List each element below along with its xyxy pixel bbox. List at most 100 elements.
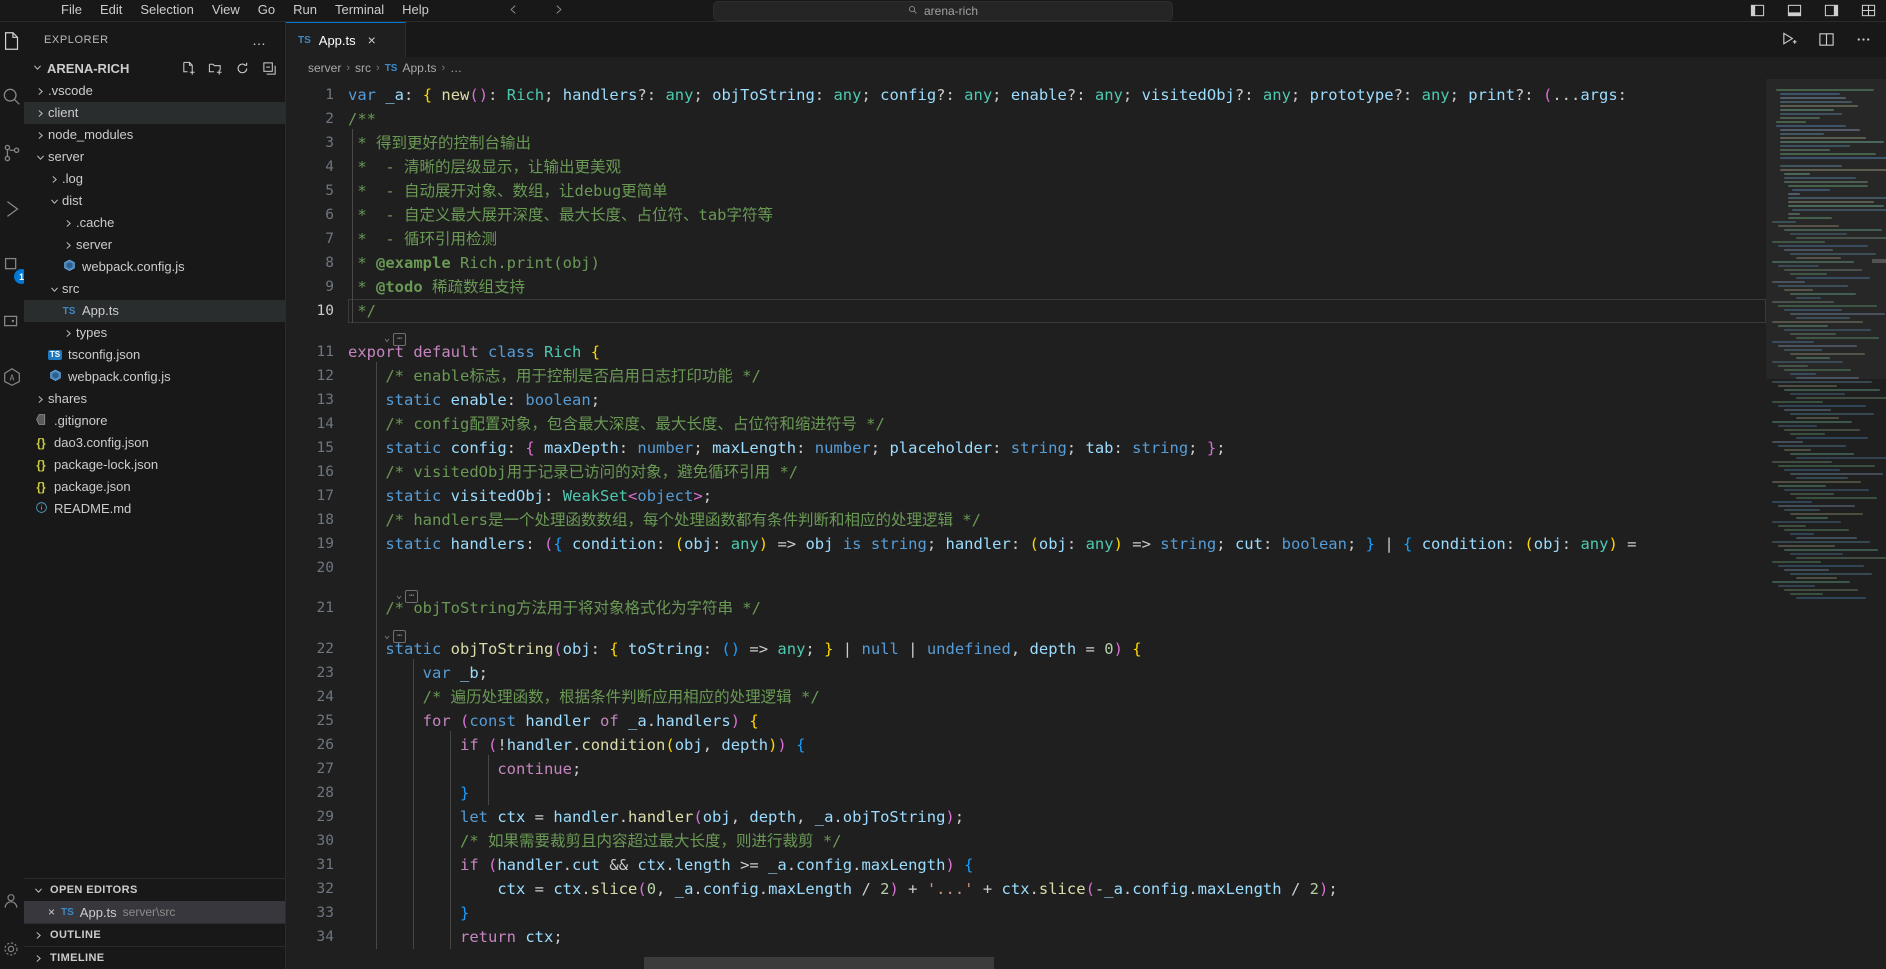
horizontal-scrollbar[interactable] xyxy=(286,957,1886,969)
code-line[interactable]: * - 自动展开对象、数组，让debug更简单 xyxy=(348,179,667,203)
run-code-icon[interactable] xyxy=(1781,31,1798,48)
command-center-search[interactable]: arena-rich xyxy=(713,1,1173,21)
new-folder-icon[interactable] xyxy=(208,61,223,76)
customize-layout-icon[interactable] xyxy=(1861,3,1876,18)
tree-item--vscode[interactable]: .vscode xyxy=(24,80,285,102)
tree-item-shares[interactable]: shares xyxy=(24,388,285,410)
split-editor-icon[interactable] xyxy=(1818,31,1835,48)
testing-icon[interactable]: A xyxy=(1,366,23,388)
new-file-icon[interactable] xyxy=(181,61,196,76)
tree-item-package-lock-json[interactable]: {} package-lock.json xyxy=(24,454,285,476)
tree-item--log[interactable]: .log xyxy=(24,168,285,190)
code-line[interactable]: export default class Rich { xyxy=(348,340,600,364)
tree-item-node-modules[interactable]: node_modules xyxy=(24,124,285,146)
tree-item-package-json[interactable]: {} package.json xyxy=(24,476,285,498)
source-control-icon[interactable] xyxy=(1,142,23,164)
breadcrumb-server[interactable]: server xyxy=(308,61,341,75)
open-editor-item[interactable]: × TS App.ts server\src xyxy=(24,901,285,923)
tree-item-types[interactable]: types xyxy=(24,322,285,344)
remote-explorer-icon[interactable] xyxy=(1,310,23,332)
breadcrumb-src[interactable]: src xyxy=(355,61,371,75)
tree-item-dist[interactable]: dist xyxy=(24,190,285,212)
file-tree[interactable]: .vscode client node_modules server .log dist.… xyxy=(24,79,285,878)
tree-item-dao3-config-json[interactable]: {} dao3.config.json xyxy=(24,432,285,454)
code-line[interactable]: static config: { maxDepth: number; maxLe… xyxy=(348,436,1225,460)
toggle-panel-icon[interactable] xyxy=(1787,3,1802,18)
tree-item-src[interactable]: src xyxy=(24,278,285,300)
panel-outline[interactable]: OUTLINE xyxy=(24,923,285,946)
code-line[interactable]: /* enable标志，用于控制是否启用日志打印功能 */ xyxy=(348,364,760,388)
code-line[interactable]: * - 清晰的层级显示，让输出更美观 xyxy=(348,155,621,179)
code-line[interactable]: * @example Rich.print(obj) xyxy=(348,251,600,275)
code-line[interactable]: static visitedObj: WeakSet<object>; xyxy=(348,484,712,508)
search-icon[interactable] xyxy=(1,86,23,108)
code-line[interactable]: } xyxy=(348,901,469,925)
tab-app-ts[interactable]: TS App.ts × xyxy=(286,22,406,57)
overview-ruler[interactable] xyxy=(1872,79,1886,969)
code-line[interactable]: var _a: { new(): Rich; handlers?: any; o… xyxy=(348,83,1627,107)
tree-item-readme-md[interactable]: README.md xyxy=(24,498,285,520)
code-line[interactable]: /** xyxy=(348,107,376,131)
collapse-folders-icon[interactable] xyxy=(262,61,277,76)
code-line[interactable]: static enable: boolean; xyxy=(348,388,600,412)
explorer-root-folder[interactable]: ARENA-RICH xyxy=(24,57,285,79)
scrollbar-thumb[interactable] xyxy=(644,957,994,969)
code-line[interactable]: if (!handler.condition(obj, depth)) { xyxy=(348,733,805,757)
more-actions-icon[interactable] xyxy=(1855,31,1872,48)
code-line[interactable]: /* handlers是一个处理函数数组，每个处理函数都有条件判断和相应的处理逻… xyxy=(348,508,981,532)
code-line[interactable]: for (const handler of _a.handlers) { xyxy=(348,709,759,733)
code-line[interactable]: * @todo 稀疏数组支持 xyxy=(348,275,525,299)
chevron-right-icon[interactable] xyxy=(553,2,564,19)
accounts-icon[interactable] xyxy=(1,891,23,913)
menu-go[interactable]: Go xyxy=(249,1,284,21)
minimap[interactable] xyxy=(1766,79,1886,969)
close-icon[interactable]: × xyxy=(368,32,376,48)
code-line[interactable]: /* config配置对象，包含最大深度、最大长度、占位符和缩进符号 */ xyxy=(348,412,884,436)
code-line[interactable]: if (handler.cut && ctx.length >= _a.conf… xyxy=(348,853,973,877)
extensions-icon[interactable]: 1 xyxy=(1,254,29,284)
panel-timeline[interactable]: TIMELINE xyxy=(24,946,285,969)
menu-selection[interactable]: Selection xyxy=(131,1,202,21)
tree-item-client[interactable]: client xyxy=(24,102,285,124)
tree-item--cache[interactable]: .cache xyxy=(24,212,285,234)
run-and-debug-icon[interactable] xyxy=(1,198,23,220)
close-icon[interactable]: × xyxy=(48,905,55,919)
toggle-primary-sidebar-icon[interactable] xyxy=(1750,3,1765,18)
code-line[interactable]: } xyxy=(348,781,469,805)
breadcrumb-symbol[interactable]: … xyxy=(450,61,462,75)
code-line[interactable]: * - 循环引用检测 xyxy=(348,227,497,251)
minimap-slider[interactable] xyxy=(1766,79,1886,379)
code-line[interactable]: static objToString(obj: { toString: () =… xyxy=(348,637,1141,661)
code-line[interactable]: var _b; xyxy=(348,661,488,685)
code-line[interactable]: continue; xyxy=(348,757,581,781)
menu-run[interactable]: Run xyxy=(284,1,326,21)
menu-view[interactable]: View xyxy=(203,1,249,21)
explorer-icon[interactable] xyxy=(1,30,23,52)
refresh-explorer-icon[interactable] xyxy=(235,61,250,76)
code-line[interactable]: return ctx; xyxy=(348,925,563,949)
chevron-left-icon[interactable] xyxy=(508,2,519,19)
tree-item-app-ts[interactable]: TS App.ts xyxy=(24,300,285,322)
code-line[interactable]: * 得到更好的控制台输出 xyxy=(348,131,531,155)
tree-item-server[interactable]: server xyxy=(24,234,285,256)
menu-help[interactable]: Help xyxy=(393,1,438,21)
gear-icon[interactable] xyxy=(1,939,23,961)
code-line[interactable]: /* objToString方法用于将对象格式化为字符串 */ xyxy=(348,596,761,620)
breadcrumb-file[interactable]: App.ts xyxy=(402,61,436,75)
toggle-secondary-sidebar-icon[interactable] xyxy=(1824,3,1839,18)
code-line[interactable]: static handlers: ({ condition: (obj: any… xyxy=(348,532,1636,556)
code-line[interactable]: /* visitedObj用于记录已访问的对象，避免循环引用 */ xyxy=(348,460,798,484)
code-line[interactable]: ctx = ctx.slice(0, _a.config.maxLength /… xyxy=(348,877,1337,901)
menu-file[interactable]: File xyxy=(52,1,91,21)
panel-open-editors[interactable]: OPEN EDITORS xyxy=(24,878,285,901)
tree-item--gitignore[interactable]: .gitignore xyxy=(24,410,285,432)
tree-item-webpack-config-js[interactable]: webpack.config.js xyxy=(24,256,285,278)
code-line[interactable]: * - 自定义最大展开深度、最大长度、占位符、tab字符等 xyxy=(348,203,773,227)
code-line[interactable]: let ctx = handler.handler(obj, depth, _a… xyxy=(348,805,964,829)
tree-item-tsconfig-json[interactable]: TS tsconfig.json xyxy=(24,344,285,366)
tree-item-server[interactable]: server xyxy=(24,146,285,168)
menu-edit[interactable]: Edit xyxy=(91,1,131,21)
code-line[interactable]: /* 遍历处理函数，根据条件判断应用相应的处理逻辑 */ xyxy=(348,685,820,709)
code-line[interactable]: /* 如果需要裁剪且内容超过最大长度，则进行裁剪 */ xyxy=(348,829,842,853)
menu-terminal[interactable]: Terminal xyxy=(326,1,393,21)
